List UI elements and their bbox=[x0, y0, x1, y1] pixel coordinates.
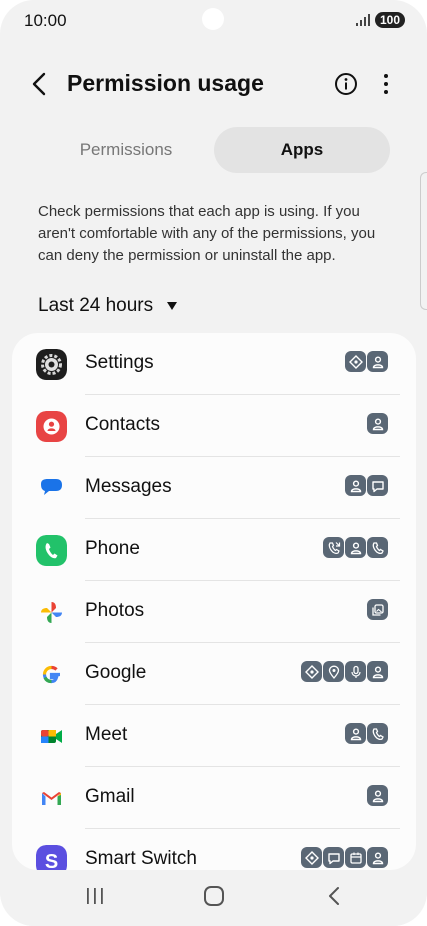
tab-apps[interactable]: Apps bbox=[214, 127, 390, 173]
location-icon bbox=[301, 847, 322, 868]
info-icon[interactable] bbox=[334, 72, 358, 96]
app-name: Smart Switch bbox=[85, 848, 197, 869]
photos-app-icon bbox=[41, 602, 62, 623]
signal-icon bbox=[356, 14, 370, 26]
time-filter-dropdown[interactable]: Last 24 hours bbox=[38, 295, 178, 317]
permission-icons bbox=[322, 537, 388, 558]
navigation-bar bbox=[0, 870, 427, 926]
list-item-google[interactable]: Google bbox=[12, 643, 416, 705]
smart-switch-app-icon: S bbox=[36, 845, 67, 870]
meet-app-icon bbox=[41, 730, 62, 743]
permission-icons bbox=[366, 785, 388, 806]
app-name: Photos bbox=[85, 600, 145, 621]
call-log-icon bbox=[323, 537, 344, 558]
phone-icon bbox=[367, 723, 388, 744]
list-item-photos[interactable]: Photos bbox=[12, 581, 416, 643]
contacts-app-icon bbox=[36, 411, 67, 442]
permission-icons bbox=[344, 351, 388, 372]
tab-permissions[interactable]: Permissions bbox=[38, 127, 214, 173]
media-icon bbox=[367, 599, 388, 620]
microphone-icon bbox=[345, 661, 366, 682]
app-name: Settings bbox=[85, 352, 154, 373]
list-item-meet[interactable]: Meet bbox=[12, 705, 416, 767]
contacts-icon bbox=[367, 661, 388, 682]
phone-icon bbox=[367, 537, 388, 558]
segmented-control: Permissions Apps bbox=[38, 127, 390, 173]
app-name: Phone bbox=[85, 538, 140, 559]
settings-app-icon bbox=[36, 349, 67, 380]
front-camera bbox=[202, 8, 224, 30]
list-item-messages[interactable]: Messages bbox=[12, 457, 416, 519]
google-app-icon bbox=[42, 665, 60, 684]
permission-icons bbox=[344, 723, 388, 744]
battery-icon: 100 bbox=[374, 12, 405, 28]
time-filter-label: Last 24 hours bbox=[38, 295, 154, 316]
contacts-icon bbox=[367, 785, 388, 806]
svg-text:S: S bbox=[45, 851, 58, 870]
permission-icons bbox=[366, 599, 388, 620]
status-time: 10:00 bbox=[24, 11, 67, 30]
contacts-icon bbox=[367, 847, 388, 868]
phone-screen: 10:00 100 Permission usage Permissions A… bbox=[0, 0, 427, 926]
permission-icons bbox=[300, 847, 388, 868]
app-name: Contacts bbox=[85, 414, 160, 435]
phone-app-icon bbox=[36, 535, 67, 566]
list-item-gmail[interactable]: Gmail bbox=[12, 767, 416, 829]
contacts-icon bbox=[345, 475, 366, 496]
permission-icons bbox=[300, 661, 388, 682]
location-pin-icon bbox=[323, 661, 344, 682]
dropdown-caret-icon bbox=[167, 301, 178, 310]
recent-apps-icon[interactable] bbox=[84, 886, 106, 906]
app-bar: Permission usage bbox=[0, 62, 427, 106]
location-icon bbox=[345, 351, 366, 372]
contacts-icon bbox=[367, 413, 388, 434]
list-item-contacts[interactable]: Contacts bbox=[12, 395, 416, 457]
status-bar: 10:00 100 bbox=[0, 0, 427, 40]
list-item-smart-switch[interactable]: S Smart Switch bbox=[12, 829, 416, 870]
list-item-phone[interactable]: Phone bbox=[12, 519, 416, 581]
permission-icons bbox=[366, 413, 388, 434]
location-icon bbox=[301, 661, 322, 682]
app-name: Meet bbox=[85, 724, 128, 745]
app-name: Google bbox=[85, 662, 147, 683]
calendar-icon bbox=[345, 847, 366, 868]
back-arrow-icon[interactable] bbox=[28, 70, 52, 98]
contacts-icon bbox=[367, 351, 388, 372]
list-item-settings[interactable]: Settings bbox=[12, 333, 416, 395]
page-title: Permission usage bbox=[67, 70, 264, 96]
gmail-app-icon bbox=[42, 792, 61, 805]
sms-icon bbox=[323, 847, 344, 868]
scrollbar[interactable] bbox=[420, 172, 427, 310]
app-name: Messages bbox=[85, 476, 172, 497]
sms-icon bbox=[367, 475, 388, 496]
contacts-icon bbox=[345, 723, 366, 744]
app-list: Settings Contacts Messages Phone Photos … bbox=[12, 333, 416, 870]
permission-icons bbox=[344, 475, 388, 496]
description-text: Check permissions that each app is using… bbox=[38, 203, 376, 264]
home-button-icon[interactable] bbox=[204, 886, 224, 906]
nav-back-icon[interactable] bbox=[325, 885, 343, 907]
more-options-icon[interactable] bbox=[376, 70, 396, 98]
messages-app-icon bbox=[41, 479, 62, 495]
contacts-icon bbox=[345, 537, 366, 558]
app-name: Gmail bbox=[85, 786, 135, 807]
